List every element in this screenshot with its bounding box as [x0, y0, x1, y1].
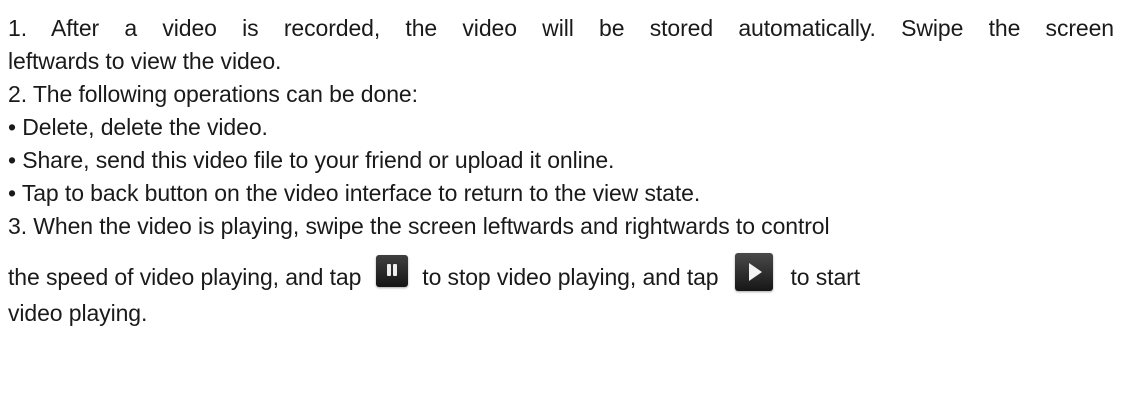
paragraph-3-line-3: video playing.: [8, 300, 148, 326]
bullet-share: • Share, send this video file to your fr…: [8, 147, 615, 173]
paragraph-3-line-2: the speed of video playing, and tap to s…: [8, 253, 1118, 301]
paragraph-2: 2. The following operations can be done:: [8, 81, 418, 107]
manual-document: 1. After a video is recorded, the video …: [8, 0, 1118, 330]
paragraph-1-line-2: leftwards to view the video.: [8, 48, 282, 74]
paragraph-3-text-a: the speed of video playing, and tap: [8, 264, 362, 290]
paragraph-3-line-1: 3. When the video is playing, swipe the …: [8, 213, 830, 239]
paragraph-3-text-b: to stop video playing, and tap: [422, 264, 719, 290]
pause-icon: [376, 255, 409, 287]
bullet-back: • Tap to back button on the video interf…: [8, 180, 701, 206]
play-icon: [734, 253, 773, 291]
paragraph-1-line-1: 1. After a video is recorded, the video …: [8, 15, 1114, 41]
paragraph-3-text-c: to start: [790, 264, 861, 290]
bullet-delete: • Delete, delete the video.: [8, 114, 268, 140]
